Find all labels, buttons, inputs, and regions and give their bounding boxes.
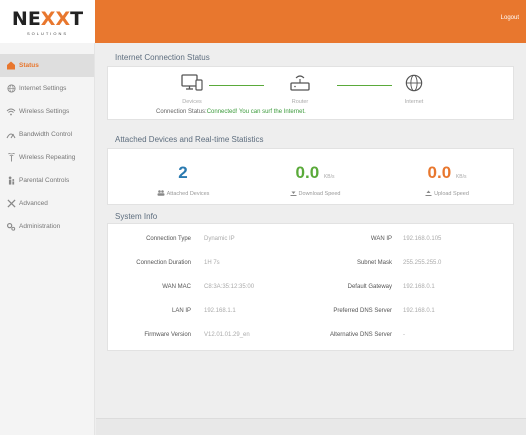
info-value: 192.168.0.105	[403, 236, 442, 242]
download-speed-stat: 0.0 KB/s Download Speed	[260, 163, 370, 198]
sidebar-item-internet-settings[interactable]: Internet Settings	[0, 77, 94, 100]
attached-devices-label: Attached Devices	[166, 191, 210, 197]
brand-text: NEXXT	[11, 7, 84, 30]
parent-icon	[6, 176, 16, 186]
sidebar-item-wireless-repeating[interactable]: Wireless Repeating	[0, 146, 94, 169]
logout-link[interactable]: Logout	[501, 15, 519, 21]
sidebar: Status Internet Settings Wireless Settin…	[0, 43, 95, 435]
info-value: 192.168.0.1	[403, 284, 435, 290]
connection-status-prefix: Connection Status:	[156, 109, 207, 115]
connection-status-title: Internet Connection Status	[115, 53, 210, 62]
router-internet-link	[337, 85, 392, 86]
monitor-icon	[181, 74, 203, 96]
info-key: Alternative DNS Server	[329, 332, 392, 338]
sidebar-item-label: Wireless Repeating	[19, 154, 76, 161]
info-value: 255.255.255.0	[403, 260, 442, 266]
wifi-icon	[6, 107, 16, 117]
system-info-title: System Info	[115, 212, 158, 221]
house-icon	[6, 61, 16, 71]
tools-icon	[6, 199, 16, 209]
info-key: Subnet Mask	[356, 260, 392, 266]
sidebar-item-label: Status	[19, 62, 39, 69]
system-info-panel: Connection Type Dynamic IP Connection Du…	[107, 223, 514, 351]
devices-label: Devices	[182, 99, 202, 105]
router-icon	[289, 75, 311, 96]
footer-bar	[96, 418, 526, 435]
info-value: -	[403, 332, 405, 338]
repeater-icon	[6, 153, 16, 163]
router-node: Router	[280, 74, 320, 105]
upload-speed-unit: KB/s	[455, 174, 467, 180]
sidebar-item-label: Parental Controls	[19, 177, 70, 184]
devices-node: Devices	[172, 74, 212, 105]
attached-devices-stat[interactable]: 2 Attached Devices	[128, 163, 238, 198]
info-key: Preferred DNS Server	[333, 308, 392, 314]
info-value: Dynamic IP	[204, 236, 235, 242]
download-speed-value: 0.0	[295, 163, 320, 182]
sidebar-item-bandwidth-control[interactable]: Bandwidth Control	[0, 123, 94, 146]
upload-icon	[425, 190, 432, 198]
globe-icon	[6, 84, 16, 94]
info-value: C8:3A:35:12:35:00	[204, 284, 255, 290]
info-key: WAN MAC	[162, 284, 191, 290]
attached-devices-count: 2	[178, 163, 188, 182]
gears-icon	[6, 222, 16, 232]
connection-status-panel: Devices Router Internet Connection Statu…	[107, 66, 514, 120]
brand-tagline: SOLUTIONS	[26, 30, 69, 36]
sidebar-item-label: Advanced	[19, 200, 48, 207]
sidebar-item-advanced[interactable]: Advanced	[0, 192, 94, 215]
info-key: Connection Type	[146, 236, 191, 242]
router-label: Router	[291, 99, 309, 105]
sidebar-item-label: Internet Settings	[19, 85, 67, 92]
sidebar-item-label: Wireless Settings	[19, 108, 70, 115]
gauge-icon	[6, 130, 16, 140]
sidebar-item-parental-controls[interactable]: Parental Controls	[0, 169, 94, 192]
info-key: Firmware Version	[144, 332, 191, 338]
brand-name: NEXXT	[12, 8, 83, 30]
statistics-panel: 2 Attached Devices 0.0 KB/s Download Spe…	[107, 148, 514, 205]
globe-icon	[404, 74, 424, 96]
top-header: Logout	[95, 0, 526, 43]
sidebar-item-label: Administration	[19, 223, 61, 230]
brand-logo: NEXXT SOLUTIONS	[0, 0, 95, 43]
connection-status-value: Connected! You can surf the Internet.	[206, 109, 306, 115]
info-key: Connection Duration	[136, 260, 191, 266]
info-value: 192.168.0.1	[403, 308, 435, 314]
connection-status-text: Connection Status:Connected! You can sur…	[156, 109, 306, 115]
info-value: V12.01.01.29_en	[204, 332, 250, 338]
info-value: 1H 7s	[204, 260, 220, 266]
download-speed-label: Download Speed	[298, 191, 341, 197]
info-key: Default Gateway	[347, 284, 392, 290]
statistics-title: Attached Devices and Real-time Statistic…	[115, 135, 264, 144]
upload-speed-label: Upload Speed	[434, 191, 469, 197]
internet-node: Internet	[394, 74, 434, 105]
download-speed-unit: KB/s	[323, 174, 335, 180]
upload-speed-stat: 0.0 KB/s Upload Speed	[392, 163, 502, 198]
devices-router-link	[209, 85, 264, 86]
info-value: 192.168.1.1	[204, 308, 236, 314]
info-key: WAN IP	[370, 236, 392, 242]
sidebar-item-wireless-settings[interactable]: Wireless Settings	[0, 100, 94, 123]
internet-label: Internet	[404, 99, 424, 105]
upload-speed-value: 0.0	[427, 163, 452, 182]
sidebar-item-label: Bandwidth Control	[19, 131, 73, 138]
info-key: LAN IP	[171, 308, 191, 314]
sidebar-item-administration[interactable]: Administration	[0, 215, 94, 238]
sidebar-item-status[interactable]: Status	[0, 54, 94, 77]
download-icon	[290, 190, 297, 198]
users-icon	[157, 190, 165, 198]
